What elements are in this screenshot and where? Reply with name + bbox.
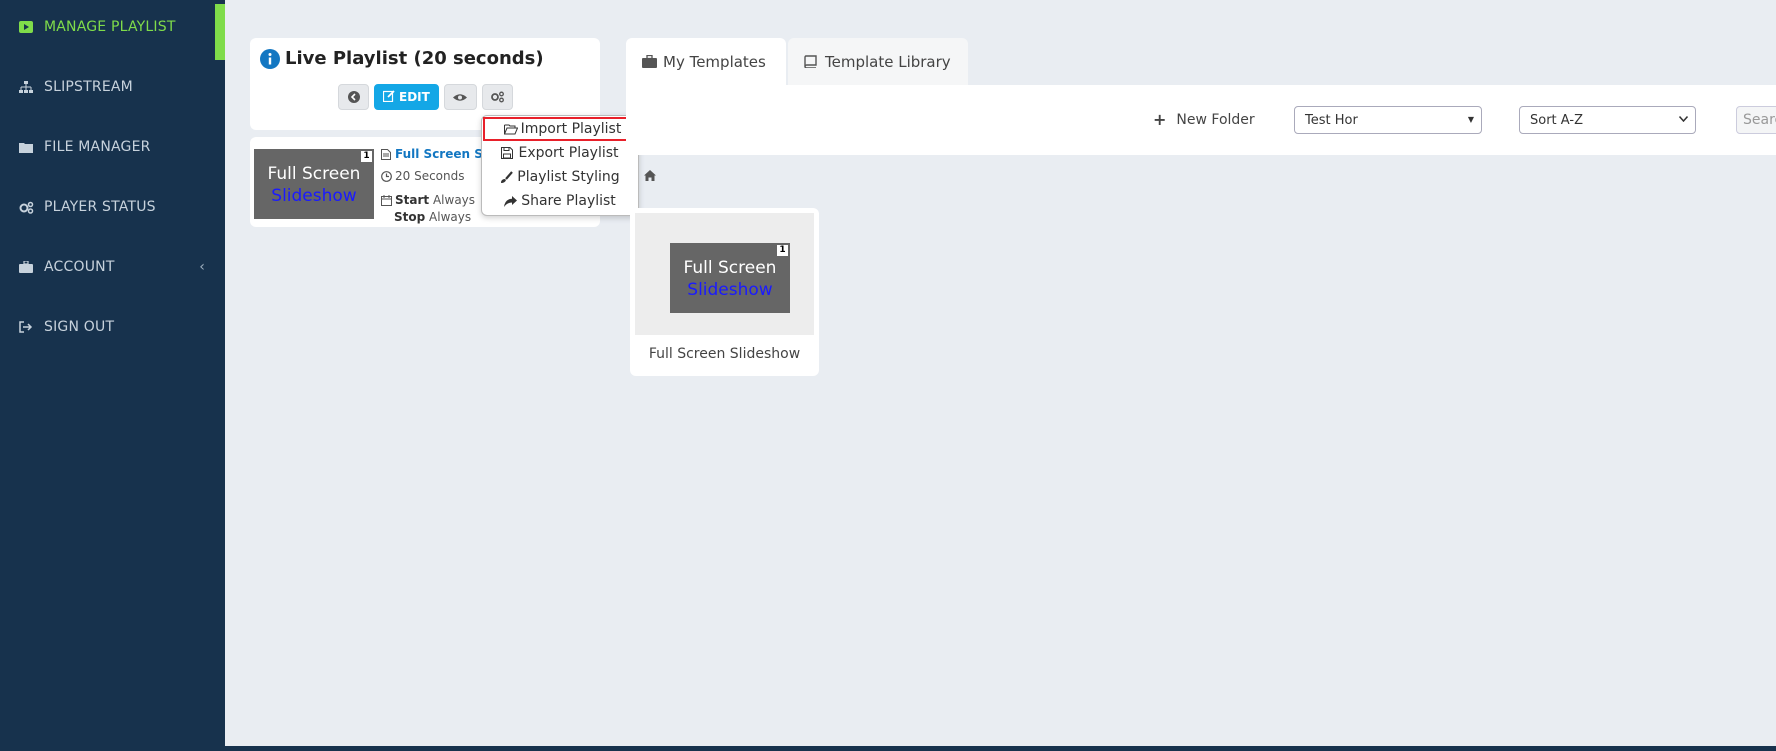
- edit-button[interactable]: EDIT: [374, 84, 439, 110]
- folder-open-icon: [503, 123, 518, 136]
- start-label: Start: [395, 193, 430, 207]
- gears-icon: [490, 91, 504, 103]
- playlist-item-duration: 20 Seconds: [395, 169, 465, 183]
- sidebar-item-label: MANAGE PLAYLIST: [44, 19, 176, 35]
- folder-select-value: Test Hor: [1305, 112, 1358, 128]
- sidebar-item-label: FILE MANAGER: [44, 139, 151, 155]
- plus-icon: +: [1153, 110, 1167, 129]
- templates-toolbar: + New Folder Test Hor ▼ Sort A-Z Search: [626, 85, 1776, 155]
- book-icon: [804, 54, 819, 69]
- menu-item-label: Playlist Styling: [517, 169, 620, 185]
- sidebar-item-slipstream[interactable]: SLIPSTREAM: [0, 64, 225, 110]
- menu-item-label: Export Playlist: [518, 145, 619, 161]
- thumbnail-line-1: Full Screen: [267, 164, 361, 184]
- menu-item-share-playlist[interactable]: Share Playlist: [482, 189, 638, 213]
- start-value: Always: [432, 193, 476, 207]
- playlist-item-thumbnail: Full Screen Slideshow 1: [254, 149, 374, 219]
- search-input[interactable]: Search: [1736, 106, 1776, 134]
- template-caption: Full Screen Slideshow: [648, 346, 801, 362]
- new-folder-button[interactable]: + New Folder: [1153, 110, 1255, 129]
- thumbnail-line-2: Slideshow: [687, 280, 773, 300]
- menu-item-playlist-styling[interactable]: Playlist Styling: [482, 165, 638, 189]
- menu-item-import-playlist[interactable]: Import Playlist: [483, 117, 642, 141]
- folder-icon: [18, 139, 34, 155]
- sidebar-item-label: SIGN OUT: [44, 319, 115, 335]
- caret-down-icon: ▼: [1467, 115, 1474, 124]
- calendar-icon: [381, 194, 392, 206]
- stop-label: Stop: [394, 210, 426, 224]
- playlist-button-row: EDIT: [338, 84, 513, 110]
- thumbnail-badge: 1: [361, 151, 372, 162]
- info-icon: [260, 48, 280, 69]
- preview-button[interactable]: [443, 84, 477, 110]
- tab-my-templates[interactable]: My Templates: [626, 38, 786, 85]
- gears-icon: [18, 199, 34, 215]
- search-placeholder: Search: [1743, 112, 1776, 128]
- stop-value: Always: [429, 210, 472, 224]
- briefcase-icon: [642, 54, 657, 69]
- file-icon: [381, 148, 392, 160]
- chevron-down-icon: [1678, 115, 1689, 124]
- playlist-title: Live Playlist (20 seconds): [260, 48, 544, 69]
- playlist-title-text: Live Playlist (20 seconds): [285, 48, 544, 69]
- briefcase-icon: [18, 259, 34, 275]
- save-icon: [501, 146, 514, 160]
- tab-label: My Templates: [663, 52, 766, 71]
- menu-item-label: Share Playlist: [521, 193, 616, 209]
- tab-label: Template Library: [825, 52, 951, 71]
- arrow-circle-left-icon: [347, 91, 360, 103]
- thumbnail-badge: 1: [777, 245, 788, 256]
- sidebar-item-manage-playlist[interactable]: MANAGE PLAYLIST: [0, 4, 225, 60]
- new-folder-label: New Folder: [1176, 111, 1255, 128]
- sidebar-item-label: PLAYER STATUS: [44, 199, 156, 215]
- bottom-bar: [225, 746, 1776, 751]
- back-button[interactable]: [338, 84, 369, 110]
- play-icon: [18, 19, 34, 35]
- thumbnail-line-2: Slideshow: [271, 186, 357, 206]
- sitemap-icon: [18, 79, 34, 95]
- menu-item-label: Import Playlist: [520, 121, 622, 137]
- eye-icon: [453, 93, 468, 101]
- template-thumbnail: Full Screen Slideshow 1: [670, 243, 790, 313]
- playlist-settings-menu: Import Playlist Export Playlist Playlist…: [481, 115, 642, 216]
- chevron-left-icon: ‹: [199, 259, 205, 275]
- sidebar: MANAGE PLAYLIST SLIPSTREAM FILE MANAGER …: [0, 0, 225, 751]
- sidebar-item-account[interactable]: ACCOUNT ‹: [0, 244, 225, 290]
- template-card[interactable]: Full Screen Slideshow 1 Full Screen Slid…: [630, 208, 819, 376]
- clock-icon: [381, 170, 392, 182]
- thumbnail-line-1: Full Screen: [683, 258, 777, 278]
- sidebar-item-label: ACCOUNT: [44, 259, 115, 275]
- sidebar-item-player-status[interactable]: PLAYER STATUS: [0, 184, 225, 230]
- sidebar-item-sign-out[interactable]: SIGN OUT: [0, 304, 225, 350]
- sort-select-value: Sort A-Z: [1530, 112, 1583, 128]
- menu-item-export-playlist[interactable]: Export Playlist: [482, 141, 638, 165]
- sign-out-icon: [18, 319, 34, 335]
- folder-select[interactable]: Test Hor ▼: [1294, 106, 1482, 134]
- brush-icon: [500, 170, 514, 184]
- settings-button[interactable]: [481, 84, 513, 110]
- sort-select[interactable]: Sort A-Z: [1519, 106, 1696, 134]
- share-icon: [504, 195, 518, 208]
- home-icon[interactable]: [644, 166, 656, 181]
- edit-button-label: EDIT: [399, 90, 430, 104]
- tab-template-library[interactable]: Template Library: [788, 38, 968, 85]
- template-preview: Full Screen Slideshow 1: [635, 213, 814, 335]
- edit-icon: [382, 89, 395, 105]
- sidebar-item-file-manager[interactable]: FILE MANAGER: [0, 124, 225, 170]
- sidebar-item-label: SLIPSTREAM: [44, 79, 133, 95]
